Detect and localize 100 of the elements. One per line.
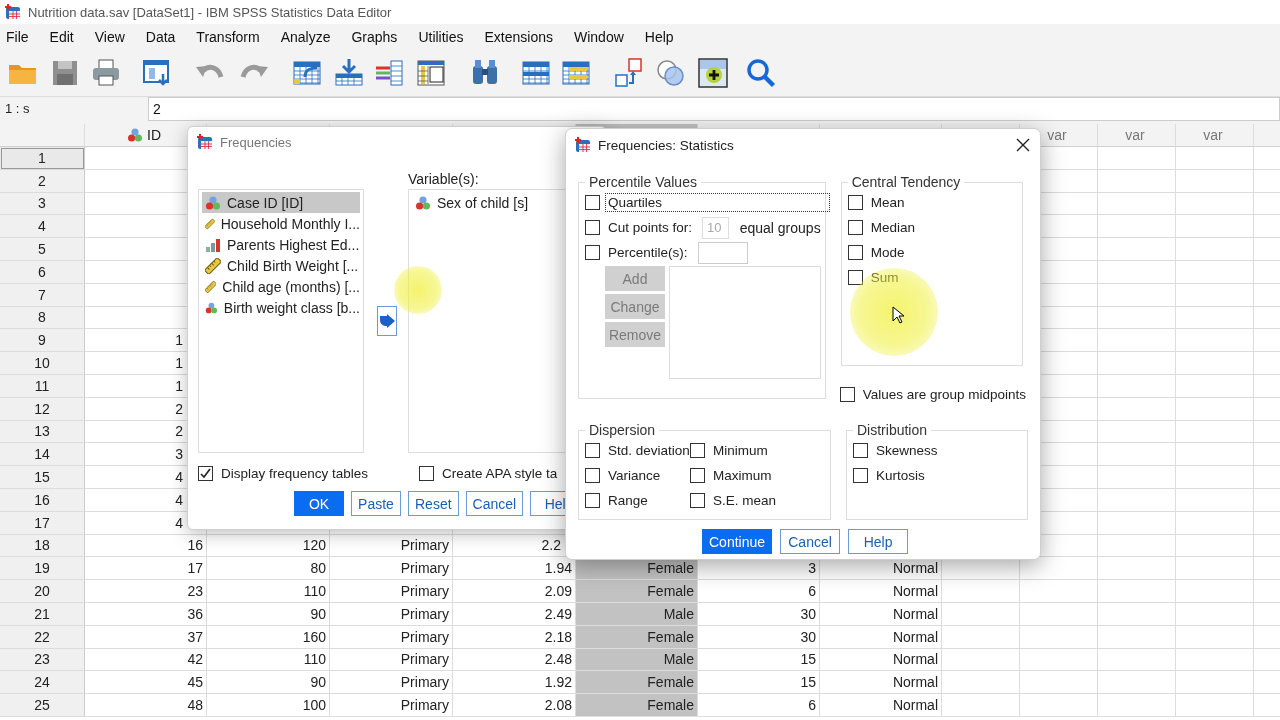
table-cell: Female [576,671,698,695]
dialog-button[interactable]: OK [294,491,344,516]
checkbox-label: Mode [869,244,906,261]
column-name: ID [147,127,161,143]
row-header[interactable]: 11 [0,374,85,398]
checkbox[interactable] [585,493,600,508]
checkbox[interactable] [585,468,600,483]
row-header[interactable]: 19 [0,557,85,581]
dialog-button[interactable]: Paste [351,491,401,516]
download-grid-icon[interactable] [333,57,365,89]
row-header[interactable]: 22 [0,625,85,649]
column-header[interactable]: var [1098,124,1176,147]
row-header[interactable]: 8 [0,306,85,330]
search-icon[interactable] [745,57,777,89]
checkbox-label: Kurtosis [875,467,926,484]
row-header[interactable]: 18 [0,534,85,558]
row-header[interactable]: 16 [0,488,85,512]
boxes-arrow-icon[interactable] [613,57,645,89]
row-header[interactable]: 6 [0,261,85,284]
app-icon [196,133,214,151]
dialog-button[interactable]: Cancel [780,529,841,554]
row-header[interactable]: 5 [0,238,85,261]
table-cell: Primary [330,625,453,649]
checkbox[interactable] [847,220,863,235]
mouse-pointer-icon [892,306,904,324]
row-header[interactable]: 3 [0,192,85,216]
checkbox[interactable] [585,195,600,210]
printer-icon[interactable] [90,57,122,89]
checkbox-label: Range [607,492,649,509]
cell-editor-field[interactable]: 2 [148,96,1280,121]
input-field[interactable] [697,241,748,264]
checkbox[interactable] [585,220,600,235]
close-icon[interactable] [1016,138,1030,152]
checkbox[interactable] [419,466,434,481]
dialog-button[interactable]: Reset [408,491,459,516]
move-button[interactable] [377,306,397,336]
menu-item[interactable]: Graphs [351,27,398,47]
menu-item[interactable]: Utilities [418,27,464,47]
row-header[interactable]: 12 [0,397,85,421]
checkbox[interactable] [853,468,868,483]
row-header[interactable]: 14 [0,443,85,467]
table-cell: 110 [207,648,330,672]
checkbox[interactable] [839,387,855,402]
table-icon[interactable] [415,57,447,89]
list-item[interactable]: Child age (months) [... [202,276,360,297]
list-item[interactable]: Child Birth Weight [... [202,255,360,276]
dialog-button[interactable]: Continue [702,529,773,554]
row-header[interactable]: 17 [0,511,85,535]
menu-item[interactable]: View [94,27,125,47]
dialog-button[interactable]: Help [848,529,909,554]
checkbox[interactable] [690,443,705,458]
checkbox[interactable] [690,468,705,483]
table-cell: Primary [330,580,453,603]
table-cell: 6 [698,694,820,717]
table-cell: Normal [820,625,942,649]
colored-lines-icon[interactable] [373,57,405,89]
checkbox[interactable] [585,443,600,458]
checkbox[interactable] [847,195,863,210]
row-header[interactable]: 24 [0,671,85,695]
list-item[interactable]: Household Monthly I... [202,213,360,234]
dialog-button[interactable]: Cancel [465,491,524,516]
checkbox[interactable] [847,270,863,285]
row-header[interactable]: 21 [0,602,85,626]
table-cell: 6 [698,580,820,603]
menu-item[interactable]: Analyze [280,27,331,47]
menu-item[interactable]: Data [145,27,176,47]
list-item[interactable]: Parents Highest Ed... [202,234,360,255]
menu-item[interactable]: Extensions [484,27,553,47]
table-cell: Female [576,580,698,603]
checkbox[interactable] [198,466,213,481]
checkbox[interactable] [690,493,705,508]
row-header[interactable]: 7 [0,283,85,307]
row-header[interactable]: 25 [0,694,85,717]
row-header[interactable]: 20 [0,580,85,603]
row-header[interactable]: 15 [0,466,85,489]
checkbox[interactable] [585,245,600,260]
column-header[interactable]: var [1176,124,1254,147]
row-header[interactable]: 1 [0,147,85,170]
menu-item[interactable]: File [6,27,29,47]
row-header[interactable]: 23 [0,648,85,672]
menu-item[interactable]: Help [644,27,674,47]
row-header[interactable]: 10 [0,352,85,375]
checkbox-label: Create APA style ta [441,465,559,482]
overlapping-circles-icon[interactable] [655,57,687,89]
table-cell: Primary [330,602,453,626]
row-header[interactable]: 13 [0,420,85,444]
row-header[interactable]: 4 [0,215,85,239]
menu-item[interactable]: Transform [196,27,260,47]
menu-item[interactable]: Window [574,27,624,47]
row-header[interactable]: 2 [0,169,85,193]
checkbox[interactable] [853,443,868,458]
row-header[interactable]: 9 [0,329,85,353]
checkbox-label: Median [869,219,916,236]
menu-item[interactable]: Edit [49,27,74,47]
plus-picture-icon[interactable] [697,57,729,89]
checkbox[interactable] [847,245,863,260]
table-cell: Male [576,648,698,672]
list-item[interactable]: Birth weight class [b... [202,297,360,318]
three-balls-icon [415,194,431,211]
list-item[interactable]: Case ID [ID] [202,192,360,213]
